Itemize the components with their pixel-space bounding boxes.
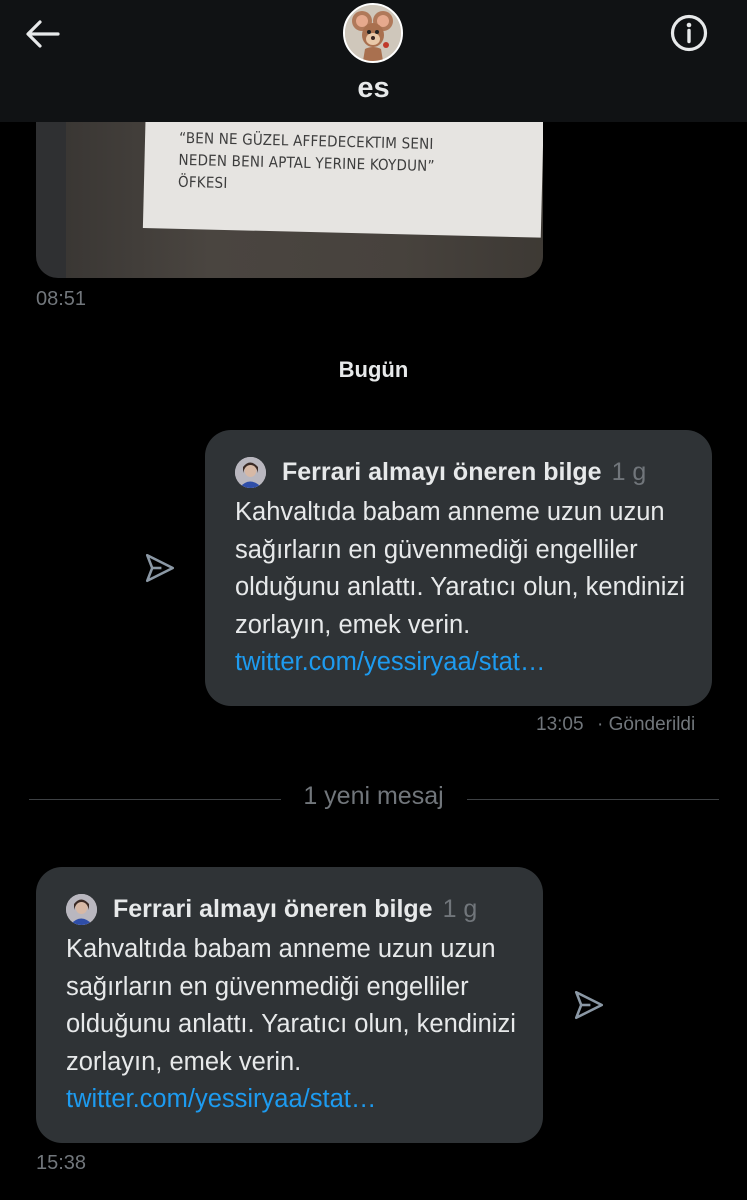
tweet-body: Kahvaltıda babam anneme uzun uzun sağırl…: [66, 931, 526, 1119]
message-time: 13:05: [536, 714, 584, 735]
message-time: 15:38: [36, 1152, 87, 1174]
received-tweet-card[interactable]: Ferrari almayı öneren bilge 1 g Kahvaltı…: [36, 867, 543, 1143]
tweet-header: Ferrari almayı öneren bilge 1 g: [235, 455, 646, 489]
tweet-author-avatar: [235, 456, 266, 488]
new-messages-label: 1 yeni mesaj: [303, 782, 444, 810]
tweet-body: Kahvaltıda babam anneme uzun uzun sağırl…: [235, 494, 695, 682]
send-icon[interactable]: [143, 551, 177, 585]
message-status: · Gönderildi: [597, 714, 696, 735]
info-circle-icon[interactable]: [666, 10, 712, 56]
arrow-left-icon[interactable]: [22, 14, 62, 54]
day-separator: Bugün: [338, 357, 409, 382]
send-icon[interactable]: [572, 988, 606, 1022]
sent-tweet-card[interactable]: Ferrari almayı öneren bilge 1 g Kahvaltı…: [205, 430, 712, 706]
tweet-age: 1 g: [442, 894, 478, 923]
message-photo[interactable]: “BEN NE GÜZEL AFFEDECEKTIM SENI NEDEN BE…: [66, 100, 543, 278]
tweet-age: 1 g: [611, 457, 647, 486]
tweet-author-name: Ferrari almayı öneren bilge: [282, 457, 602, 486]
tweet-text: Kahvaltıda babam anneme uzun uzun sağırl…: [235, 498, 685, 639]
tweet-author-name: Ferrari almayı öneren bilge: [113, 894, 433, 923]
conversation-header: es: [0, 0, 747, 122]
message-time: 08:51: [36, 288, 87, 310]
image-message[interactable]: “BEN NE GÜZEL AFFEDECEKTIM SENI NEDEN BE…: [36, 100, 543, 278]
tweet-author-avatar: [66, 893, 97, 925]
avatar[interactable]: [343, 3, 403, 63]
tweet-text: Kahvaltıda babam anneme uzun uzun sağırl…: [66, 935, 516, 1076]
tweet-link[interactable]: twitter.com/yessiryaa/stat…: [66, 1085, 376, 1113]
tweet-link[interactable]: twitter.com/yessiryaa/stat…: [235, 648, 545, 676]
tweet-header: Ferrari almayı öneren bilge 1 g: [66, 892, 477, 926]
conversation-title: es: [357, 72, 390, 104]
